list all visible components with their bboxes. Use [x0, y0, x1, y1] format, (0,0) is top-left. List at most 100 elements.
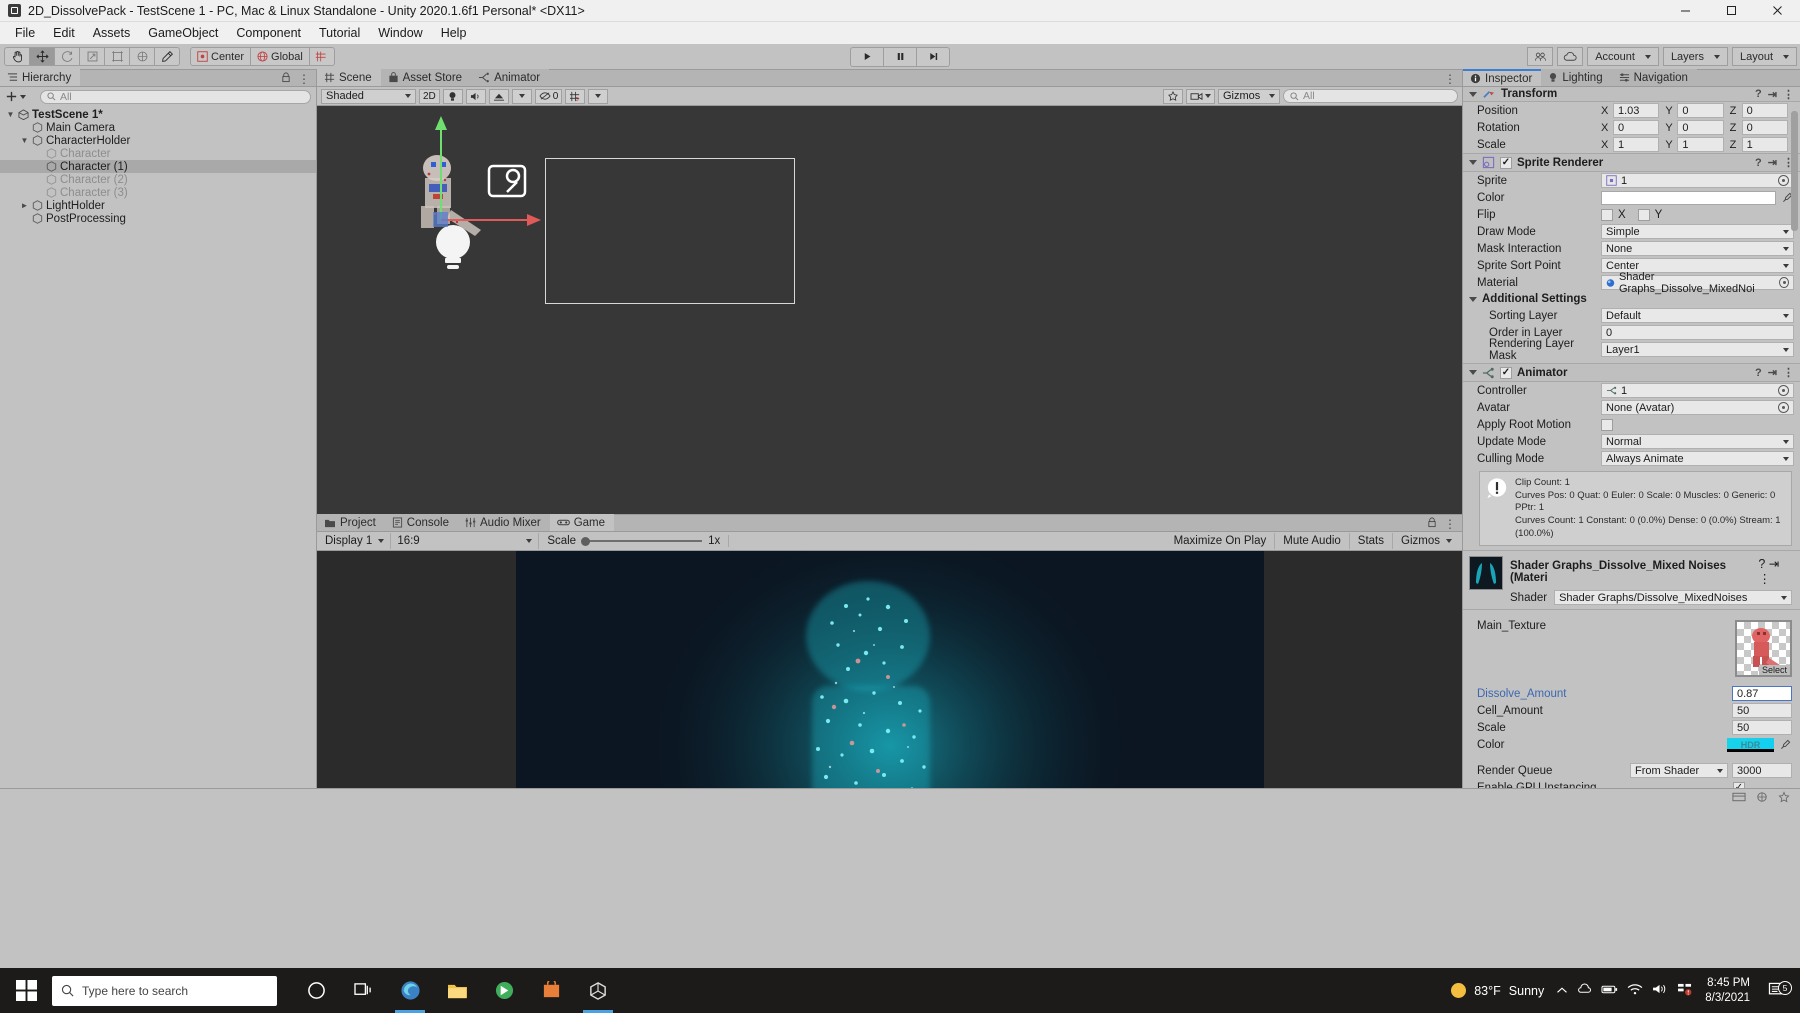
maximize-button[interactable]: [1708, 0, 1754, 22]
tab-asset-store[interactable]: Asset Store: [381, 69, 471, 86]
help-icon[interactable]: ?: [1758, 557, 1765, 571]
scene-fx-dropdown[interactable]: [512, 89, 532, 104]
chevron-down-icon[interactable]: [1469, 297, 1477, 302]
help-icon[interactable]: ?: [1755, 157, 1762, 169]
menu-item-window[interactable]: Window: [369, 24, 431, 42]
scene-grid-dropdown[interactable]: [588, 89, 608, 104]
flip-y-checkbox[interactable]: [1638, 209, 1650, 221]
update-mode-dropdown[interactable]: Normal: [1601, 434, 1794, 449]
chevron-down-icon[interactable]: [1469, 370, 1477, 375]
tab-project[interactable]: Project: [317, 514, 385, 531]
object-picker-icon[interactable]: [1778, 175, 1789, 186]
render-queue-input[interactable]: 3000: [1732, 763, 1792, 778]
status-icon-1[interactable]: [1732, 791, 1746, 806]
taskbar-search-input[interactable]: Type here to search: [52, 976, 277, 1006]
unity-taskbar-icon[interactable]: [577, 968, 619, 1013]
hierarchy-item-characterholder[interactable]: ▼CharacterHolder: [0, 134, 316, 147]
flip-x-checkbox[interactable]: [1601, 209, 1613, 221]
cloud-button[interactable]: [1557, 47, 1583, 66]
gpu-instancing-checkbox[interactable]: ✓: [1733, 782, 1745, 788]
scale-control[interactable]: Scale 1x: [539, 535, 729, 547]
toggle-audio-button[interactable]: [466, 89, 486, 104]
controller-object-field[interactable]: 1: [1601, 383, 1794, 398]
hierarchy-item-character-2[interactable]: Character (2): [0, 173, 316, 186]
shading-mode-dropdown[interactable]: Shaded: [321, 89, 416, 104]
menu-item-gameobject[interactable]: GameObject: [139, 24, 227, 42]
hierarchy-item-character-1[interactable]: Character (1): [0, 160, 316, 173]
scene-fx-button[interactable]: [489, 89, 509, 104]
chevron-down-icon[interactable]: [1469, 160, 1477, 165]
object-picker-icon[interactable]: [1778, 402, 1789, 413]
component-header-transform[interactable]: Transform ? ⇥ ⋮: [1463, 87, 1800, 102]
edge-icon[interactable]: [389, 968, 431, 1013]
game-view-canvas[interactable]: [317, 551, 1462, 788]
panel-menu-icon[interactable]: ⋮: [1444, 72, 1456, 86]
scale-slider[interactable]: [582, 540, 702, 542]
custom-tool-button[interactable]: [154, 47, 180, 66]
pivot-toggle-button[interactable]: Center: [190, 47, 251, 66]
onedrive-icon[interactable]: [1577, 983, 1592, 998]
taskbar-clock[interactable]: 8:45 PM 8/3/2021: [1705, 976, 1750, 1005]
menu-item-tutorial[interactable]: Tutorial: [310, 24, 369, 42]
gizmos-dropdown[interactable]: Gizmos: [1218, 89, 1280, 104]
preset-icon[interactable]: ⇥: [1768, 88, 1777, 101]
tab-inspector[interactable]: Inspector: [1463, 69, 1541, 86]
notification-center-button[interactable]: 5: [1762, 982, 1792, 999]
order-in-layer-input[interactable]: 0: [1601, 325, 1794, 340]
account-dropdown[interactable]: Account: [1587, 47, 1659, 66]
tab-lighting[interactable]: Lighting: [1541, 69, 1611, 86]
store-taskbar-icon[interactable]: [483, 968, 525, 1013]
weather-widget[interactable]: 83°F Sunny: [1451, 983, 1544, 998]
texture-select-button[interactable]: Select: [1759, 665, 1790, 675]
pause-button[interactable]: [883, 47, 917, 67]
scale-tool-button[interactable]: [79, 47, 105, 66]
scale-slider-knob[interactable]: [581, 537, 590, 546]
play-button[interactable]: [850, 47, 884, 67]
help-icon[interactable]: ?: [1755, 367, 1762, 379]
animator-enabled-checkbox[interactable]: ✓: [1500, 367, 1512, 379]
material-dissolve_amount-input[interactable]: 0.87: [1732, 686, 1792, 701]
toggle-lighting-button[interactable]: [443, 89, 463, 104]
transform-scale-x-input[interactable]: 1: [1613, 137, 1659, 152]
color-swatch[interactable]: [1601, 191, 1776, 205]
start-button[interactable]: [0, 968, 52, 1013]
object-picker-icon[interactable]: [1779, 277, 1789, 288]
mask-interaction-dropdown[interactable]: None: [1601, 241, 1794, 256]
game-gizmos-button[interactable]: Gizmos: [1393, 533, 1460, 549]
material-cell_amount-input[interactable]: 50: [1732, 703, 1792, 718]
sorting-layer-dropdown[interactable]: Default: [1601, 308, 1794, 323]
apply-root-motion-checkbox[interactable]: [1601, 419, 1613, 431]
chevron-right-icon[interactable]: ►: [20, 201, 29, 210]
status-icon-3[interactable]: [1778, 791, 1790, 806]
tab-console[interactable]: Console: [385, 514, 458, 531]
status-icon-2[interactable]: [1755, 791, 1769, 806]
transform-position-x-input[interactable]: 1.03: [1613, 103, 1659, 118]
main-texture-preview[interactable]: Select: [1735, 620, 1792, 677]
material-object-field[interactable]: Shader Graphs_Dissolve_MixedNoi: [1601, 275, 1794, 290]
close-button[interactable]: [1754, 0, 1800, 22]
sprite-handle-gizmo[interactable]: [485, 162, 529, 204]
hidden-objects-button[interactable]: 0: [535, 89, 563, 104]
hierarchy-search-input[interactable]: All: [40, 90, 311, 104]
hierarchy-item-character-3[interactable]: Character (3): [0, 186, 316, 199]
panel-menu-icon[interactable]: ⋮: [298, 72, 310, 86]
maximize-on-play-button[interactable]: Maximize On Play: [1166, 533, 1276, 549]
rect-tool-button[interactable]: [104, 47, 130, 66]
transform-rotation-y-input[interactable]: 0: [1677, 120, 1723, 135]
tab-hierarchy[interactable]: Hierarchy: [0, 69, 80, 86]
help-icon[interactable]: ?: [1755, 88, 1762, 100]
battery-icon[interactable]: [1601, 984, 1618, 998]
tab-navigation[interactable]: Navigation: [1612, 69, 1697, 86]
network-alert-icon[interactable]: [1677, 983, 1693, 999]
space-toggle-button[interactable]: Global: [250, 47, 310, 66]
scene-view-canvas[interactable]: [317, 106, 1462, 514]
component-header-animator[interactable]: ✓ Animator ? ⇥ ⋮: [1463, 363, 1800, 382]
draw-mode-dropdown[interactable]: Simple: [1601, 224, 1794, 239]
hand-tool-button[interactable]: [4, 47, 30, 66]
component-header-sprite-renderer[interactable]: ✓ Sprite Renderer ? ⇥ ⋮: [1463, 153, 1800, 172]
lock-icon[interactable]: [1427, 517, 1437, 531]
wifi-icon[interactable]: [1627, 983, 1643, 998]
scene-camera-settings-button[interactable]: [1163, 89, 1183, 104]
minimize-button[interactable]: [1662, 0, 1708, 22]
hierarchy-item-character[interactable]: Character: [0, 147, 316, 160]
